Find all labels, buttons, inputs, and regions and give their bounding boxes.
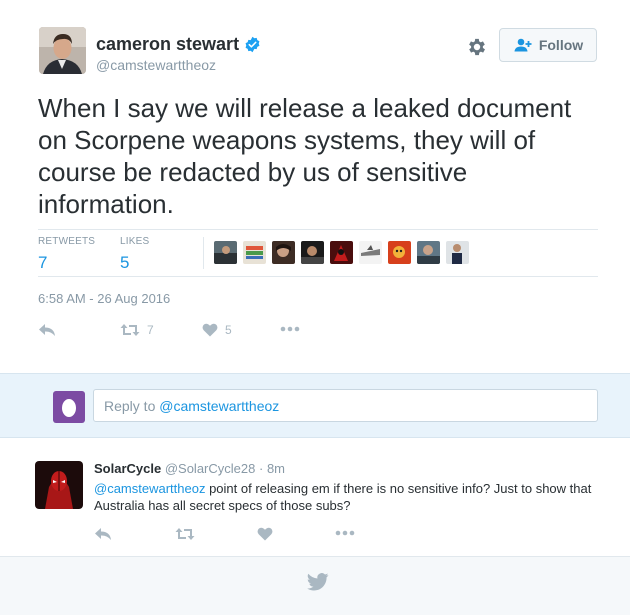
reply-avatar-image xyxy=(35,461,83,509)
retweets-label: RETWEETS xyxy=(38,236,96,247)
follow-button[interactable]: Follow xyxy=(499,28,597,62)
retweet-count: 7 xyxy=(147,323,154,337)
retweets-count[interactable]: 7 xyxy=(38,253,95,273)
liker-avatar[interactable] xyxy=(214,241,237,264)
author-avatar[interactable] xyxy=(39,27,86,74)
heart-icon xyxy=(257,527,273,541)
current-user-avatar[interactable] xyxy=(53,391,85,423)
liker-avatars xyxy=(214,241,469,264)
reply-mention: @camstewarttheoz xyxy=(159,398,280,414)
tweet-text: When I say we will release a leaked docu… xyxy=(38,93,572,219)
retweet-icon xyxy=(175,528,195,540)
reply-author-avatar[interactable] xyxy=(35,461,83,509)
likes-count[interactable]: 5 xyxy=(120,253,149,273)
twitter-bird-icon xyxy=(307,573,329,591)
liker-avatar[interactable] xyxy=(359,241,382,264)
reply-retweet-button[interactable] xyxy=(175,527,195,541)
liker-avatar[interactable] xyxy=(243,241,266,264)
reply-arrow-icon xyxy=(39,324,55,336)
follow-label: Follow xyxy=(538,37,584,53)
reply-header: SolarCycle @SolarCycle28 · 8m xyxy=(94,461,285,476)
liker-avatar[interactable] xyxy=(388,241,411,264)
retweets-stat[interactable]: RETWEETS 7 xyxy=(38,236,95,273)
retweet-button[interactable]: 7 xyxy=(120,323,154,337)
like-button[interactable]: 5 xyxy=(202,323,232,337)
retweet-icon xyxy=(120,324,140,336)
egg-avatar-icon xyxy=(62,399,76,417)
author-handle[interactable]: @camstewarttheoz xyxy=(96,57,216,73)
liker-avatar[interactable] xyxy=(330,241,353,264)
heart-icon xyxy=(202,323,218,337)
reply-prefix: Reply to xyxy=(104,398,160,414)
reply-text-mention[interactable]: @camstewarttheoz xyxy=(94,481,205,496)
author-name[interactable]: cameron stewart xyxy=(96,34,239,55)
author-avatar-image xyxy=(39,27,86,74)
divider xyxy=(38,276,598,277)
liker-avatar[interactable] xyxy=(272,241,295,264)
more-dots-icon xyxy=(280,326,300,332)
verified-badge-icon xyxy=(245,36,260,53)
reply-input[interactable]: Reply to @camstewarttheoz xyxy=(93,389,598,422)
liker-avatar[interactable] xyxy=(301,241,324,264)
tweet-timestamp[interactable]: 6:58 AM - 26 Aug 2016 xyxy=(38,291,170,306)
reply-text: @camstewarttheoz point of releasing em i… xyxy=(94,480,594,514)
reply-separator: · xyxy=(258,461,264,476)
author-name-row[interactable]: cameron stewart xyxy=(96,34,261,55)
reply-author-handle[interactable]: @SolarCycle28 xyxy=(165,461,256,476)
reply-time[interactable]: 8m xyxy=(267,461,285,476)
reply-more-button[interactable] xyxy=(335,530,355,536)
more-button[interactable] xyxy=(280,326,300,332)
more-dots-icon xyxy=(335,530,355,536)
add-user-icon xyxy=(514,38,532,52)
liker-avatar[interactable] xyxy=(446,241,469,264)
likes-stat[interactable]: LIKES 5 xyxy=(120,236,149,273)
like-count: 5 xyxy=(225,323,232,337)
stats-divider xyxy=(203,237,204,269)
reply-like-button[interactable] xyxy=(257,527,273,541)
reply-button[interactable] xyxy=(38,323,56,337)
reply-reply-button[interactable] xyxy=(94,527,112,541)
gear-icon[interactable] xyxy=(466,36,488,58)
likes-label: LIKES xyxy=(120,236,150,247)
divider xyxy=(38,229,598,230)
reply-arrow-icon xyxy=(95,528,111,540)
liker-avatar[interactable] xyxy=(417,241,440,264)
reply-author-name[interactable]: SolarCycle xyxy=(94,461,161,476)
